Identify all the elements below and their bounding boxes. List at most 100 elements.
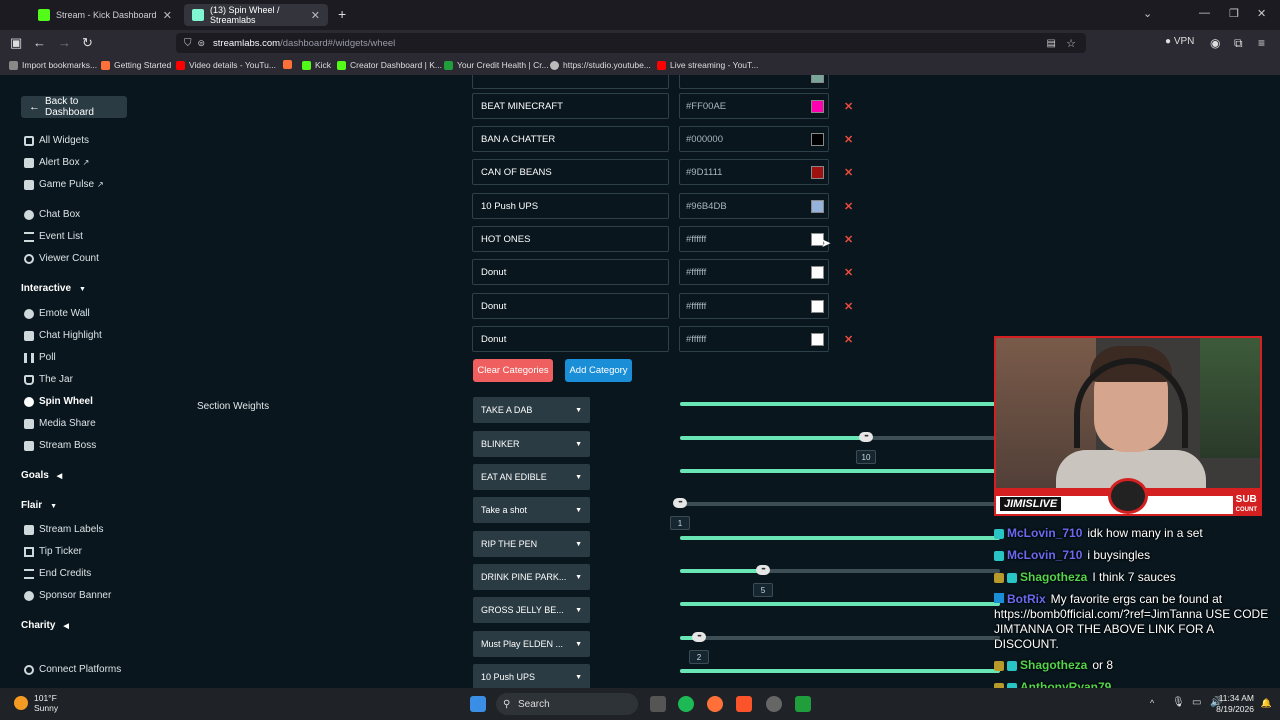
slider-handle[interactable]: ••• <box>859 432 873 442</box>
sidebar-section-charity[interactable]: Charity ◀ <box>21 620 69 631</box>
sidebar-toggle-icon[interactable]: ▣ <box>10 35 22 51</box>
reload-icon[interactable]: ↻ <box>82 35 93 51</box>
category-name-input[interactable]: 10 Push UPS <box>472 193 669 219</box>
sidebar-item-chat-highlight[interactable]: Chat Highlight <box>24 330 102 341</box>
bookmark-kick[interactable]: Kick <box>302 60 331 70</box>
back-to-dashboard-button[interactable]: ← Back to Dashboard <box>21 96 127 118</box>
tab-kick-dashboard[interactable]: Stream - Kick Dashboard ✕ <box>30 4 180 26</box>
weight-category-select[interactable]: RIP THE PEN ▼ <box>473 531 590 557</box>
delete-category-icon[interactable]: ✕ <box>844 266 853 279</box>
sidebar-item-media-share[interactable]: Media Share <box>24 418 96 429</box>
brave-icon[interactable] <box>736 696 752 712</box>
sidebar-item-all-widgets[interactable]: All Widgets <box>24 135 89 146</box>
sidebar-item-poll[interactable]: Poll <box>24 352 56 363</box>
bookmark-star-icon[interactable]: ☆ <box>1066 37 1076 50</box>
category-color-input[interactable]: #9D1111 <box>679 159 829 185</box>
weight-category-select[interactable]: DRINK PINE PARK... ▼ <box>473 564 590 590</box>
bookmark-youtube-studio[interactable]: https://studio.youtube... <box>550 60 651 70</box>
bookmark-getting-started[interactable]: Getting Started <box>101 60 171 70</box>
new-tab-button[interactable]: + <box>338 6 346 22</box>
weight-slider[interactable]: ••• 1 <box>670 498 1000 530</box>
color-swatch[interactable] <box>811 75 824 83</box>
category-name-input[interactable]: BAN A CHATTER <box>472 126 669 152</box>
delete-category-icon[interactable]: ✕ <box>844 233 853 246</box>
category-color-input[interactable]: #ffffff <box>679 259 829 285</box>
system-clock[interactable]: 11:34 AM 8/19/2026 <box>1216 693 1254 715</box>
category-name-input[interactable]: Donut <box>472 326 669 352</box>
weight-category-select[interactable]: EAT AN EDIBLE ▼ <box>473 464 590 490</box>
category-name-input[interactable]: HOT ONES <box>472 226 669 252</box>
weight-category-select[interactable]: GROSS JELLY BE... ▼ <box>473 597 590 623</box>
weight-slider[interactable] <box>680 602 1000 606</box>
forward-arrow-icon[interactable]: → <box>58 35 71 51</box>
close-icon[interactable]: ✕ <box>163 9 172 22</box>
task-view-icon[interactable] <box>650 696 666 712</box>
notification-bell-icon[interactable]: 🔔 <box>1261 698 1272 709</box>
delete-category-icon[interactable]: ✕ <box>844 300 853 313</box>
bookmark-video-details[interactable]: Video details - YouTu... <box>176 60 276 70</box>
window-close-icon[interactable]: ✕ <box>1257 7 1266 20</box>
bookmark-firefox[interactable] <box>283 60 296 69</box>
category-color-input[interactable]: #96B4DB <box>679 193 829 219</box>
color-swatch[interactable] <box>811 200 824 213</box>
weight-slider[interactable] <box>680 536 1000 540</box>
windows-start-icon[interactable] <box>470 696 486 712</box>
color-swatch[interactable] <box>811 100 824 113</box>
category-color-input[interactable]: #ffffff <box>679 293 829 319</box>
weather-widget[interactable]: 101°F Sunny <box>14 693 58 713</box>
category-name-input[interactable]: BEAT MINECRAFT <box>472 93 669 119</box>
sidebar-item-event-list[interactable]: Event List <box>24 231 83 242</box>
sidebar-section-interactive[interactable]: Interactive ▼ <box>21 283 86 294</box>
category-color-input[interactable]: #ffffff <box>679 326 829 352</box>
category-color-input[interactable] <box>679 75 829 89</box>
sidebar-item-connect-platforms[interactable]: Connect Platforms <box>24 664 121 675</box>
firefox-icon[interactable] <box>707 696 723 712</box>
xbox-icon[interactable] <box>795 696 811 712</box>
taskbar-search[interactable]: ⚲ Search <box>496 693 638 715</box>
weight-slider[interactable]: ••• 2 <box>680 632 1000 664</box>
category-name-input[interactable]: Donut <box>472 259 669 285</box>
delete-category-icon[interactable]: ✕ <box>844 200 853 213</box>
sidebar-item-sponsor-banner[interactable]: Sponsor Banner <box>24 590 111 601</box>
slider-handle[interactable]: ••• <box>756 565 770 575</box>
sidebar-item-the-jar[interactable]: The Jar <box>24 374 73 385</box>
weight-category-select[interactable]: TAKE A DAB ▼ <box>473 397 590 423</box>
delete-category-icon[interactable]: ✕ <box>844 333 853 346</box>
category-color-input[interactable]: #FF00AE <box>679 93 829 119</box>
account-icon[interactable]: ◉ <box>1210 35 1220 51</box>
vpn-button[interactable]: ● VPN <box>1165 36 1194 47</box>
extensions-icon[interactable]: ⧉ <box>1234 35 1243 51</box>
sidebar-item-end-credits[interactable]: End Credits <box>24 568 91 579</box>
weight-category-select[interactable]: BLINKER ▼ <box>473 431 590 457</box>
sidebar-section-goals[interactable]: Goals ◀ <box>21 470 62 481</box>
category-color-input[interactable]: #000000 <box>679 126 829 152</box>
restore-icon[interactable]: ❐ <box>1229 7 1239 20</box>
menu-icon[interactable]: ≡ <box>1258 35 1265 51</box>
sidebar-item-game-pulse[interactable]: Game Pulse ↗ <box>24 179 104 190</box>
sidebar-item-spin-wheel[interactable]: Spin Wheel <box>24 396 93 407</box>
bookmark-creator-dashboard[interactable]: Creator Dashboard | K... <box>337 60 442 70</box>
delete-category-icon[interactable]: ✕ <box>844 133 853 146</box>
microphone-icon[interactable]: 🎙 <box>1172 697 1185 708</box>
sidebar-item-alert-box[interactable]: Alert Box ↗ <box>24 157 89 168</box>
weight-category-select[interactable]: 10 Push UPS ▼ <box>473 664 590 688</box>
add-category-button[interactable]: Add Category <box>565 359 632 382</box>
site-info-icon[interactable]: ⊜ <box>198 38 206 49</box>
address-bar[interactable]: ⛉ ⊜ streamlabs.com/dashboard#/widgets/wh… <box>176 33 1086 53</box>
category-color-input[interactable]: #ffffff <box>679 226 829 252</box>
tab-spin-wheel[interactable]: (13) Spin Wheel / Streamlabs ✕ <box>184 4 328 26</box>
back-arrow-icon[interactable]: ← <box>33 35 46 51</box>
sidebar-item-viewer-count[interactable]: Viewer Count <box>24 253 99 264</box>
weight-slider[interactable] <box>680 669 1000 673</box>
network-icon[interactable]: ▭ <box>1192 697 1201 708</box>
bookmark-credit-health[interactable]: Your Credit Health | Cr... <box>444 60 549 70</box>
sidebar-item-chat-box[interactable]: Chat Box <box>24 209 80 220</box>
color-swatch[interactable] <box>811 300 824 313</box>
color-swatch[interactable] <box>811 333 824 346</box>
category-name-input[interactable]: Donut <box>472 293 669 319</box>
list-tabs-icon[interactable]: ⌄ <box>1143 7 1152 20</box>
category-name-input[interactable] <box>472 75 669 89</box>
category-name-input[interactable]: CAN OF BEANS <box>472 159 669 185</box>
weight-slider[interactable]: ••• 10 <box>680 432 1000 464</box>
weight-slider[interactable]: ••• 5 <box>680 565 1000 597</box>
